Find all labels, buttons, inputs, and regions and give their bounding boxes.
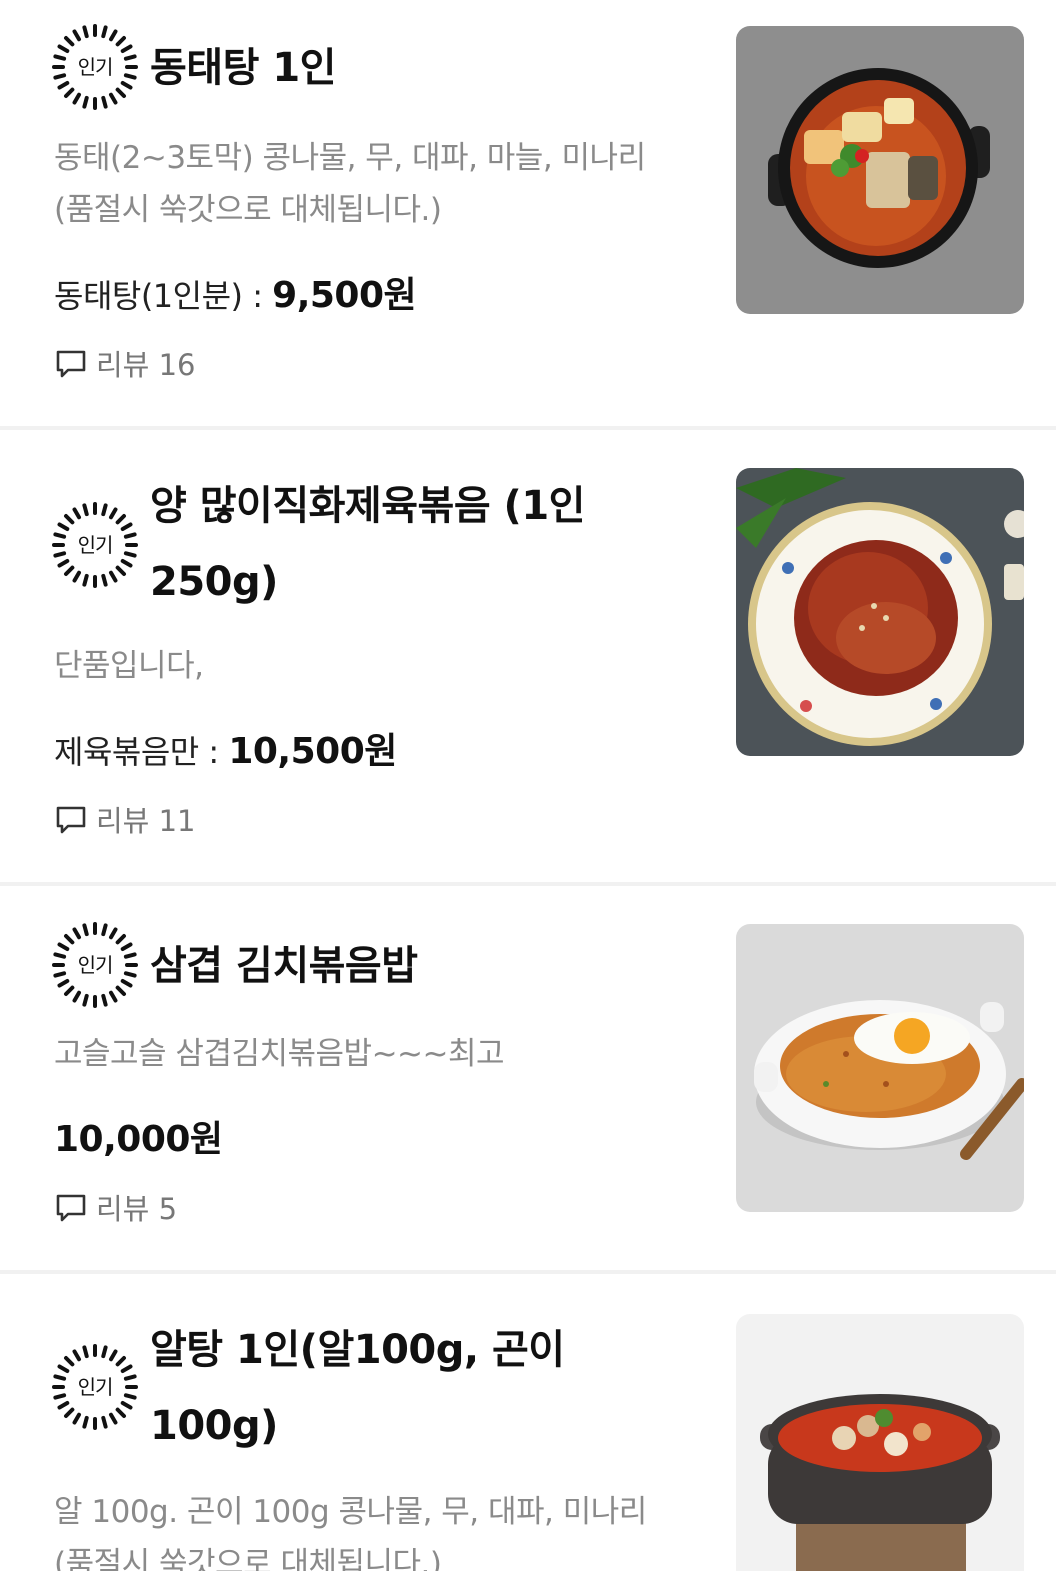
menu-item-title: 양 많이직화제육볶음 (1인 250g) — [150, 483, 585, 605]
menu-item-price: 동태탕(1인분) : 9,500원 — [54, 266, 417, 318]
menu-item[interactable]: 인기 삼겹 김치볶음밥 고슬고슬 삼겹김치볶음밥~~~최고 10,000원 리뷰… — [0, 886, 1056, 1270]
menu-item-title: 삼겹 김치볶음밥 — [150, 943, 418, 989]
price-amount: 9,500원 — [272, 275, 417, 316]
popular-badge-icon: 인기 — [52, 1344, 138, 1430]
menu-item-description: 동태(2~3토막) 콩나물, 무, 대파, 마늘, 미나리(품절시 쑥갓으로 대… — [54, 140, 646, 228]
speech-bubble-icon — [56, 1194, 86, 1222]
menu-item-price: 10,000원 — [54, 1110, 223, 1162]
menu-item-description: 단품입니다, — [54, 648, 204, 684]
menu-item-title: 동태탕 1인 — [150, 45, 336, 91]
review-count[interactable]: 리뷰 5 — [54, 1186, 177, 1228]
price-amount: 10,500원 — [228, 731, 397, 772]
price-label: 제육볶음만 : — [54, 733, 229, 771]
menu-list: 인기 동태탕 1인 동태(2~3토막) 콩나물, 무, 대파, 마늘, 미나리(… — [0, 0, 1056, 1571]
speech-bubble-icon — [56, 806, 86, 834]
menu-item-description: 고슬고슬 삼겹김치볶음밥~~~최고 — [54, 1036, 505, 1072]
menu-item-photo — [736, 1314, 1024, 1571]
menu-item-description: 알 100g. 곤이 100g 콩나물, 무, 대파, 미나리(품절시 쑥갓으로… — [54, 1494, 647, 1571]
review-count[interactable]: 리뷰 11 — [54, 798, 195, 840]
menu-item-price: 제육볶음만 : 10,500원 — [54, 722, 397, 774]
menu-item[interactable]: 인기 알탕 1인(알100g, 곤이100g) 알 100g. 곤이 100g … — [0, 1274, 1056, 1571]
menu-item-photo — [736, 468, 1024, 756]
price-label: 동태탕(1인분) : — [54, 277, 273, 315]
popular-badge-icon: 인기 — [52, 922, 138, 1008]
popular-badge-icon: 인기 — [52, 502, 138, 588]
popular-badge-icon: 인기 — [52, 24, 138, 110]
price-amount: 10,000원 — [54, 1119, 223, 1160]
menu-item[interactable]: 인기 양 많이직화제육볶음 (1인 250g) 단품입니다, 제육볶음만 : 1… — [0, 430, 1056, 882]
speech-bubble-icon — [56, 350, 86, 378]
review-count[interactable]: 리뷰 16 — [54, 342, 195, 384]
menu-item-photo — [736, 924, 1024, 1212]
menu-item-photo — [736, 26, 1024, 314]
menu-item-title: 알탕 1인(알100g, 곤이100g) — [150, 1327, 565, 1449]
menu-item[interactable]: 인기 동태탕 1인 동태(2~3토막) 콩나물, 무, 대파, 마늘, 미나리(… — [0, 0, 1056, 426]
